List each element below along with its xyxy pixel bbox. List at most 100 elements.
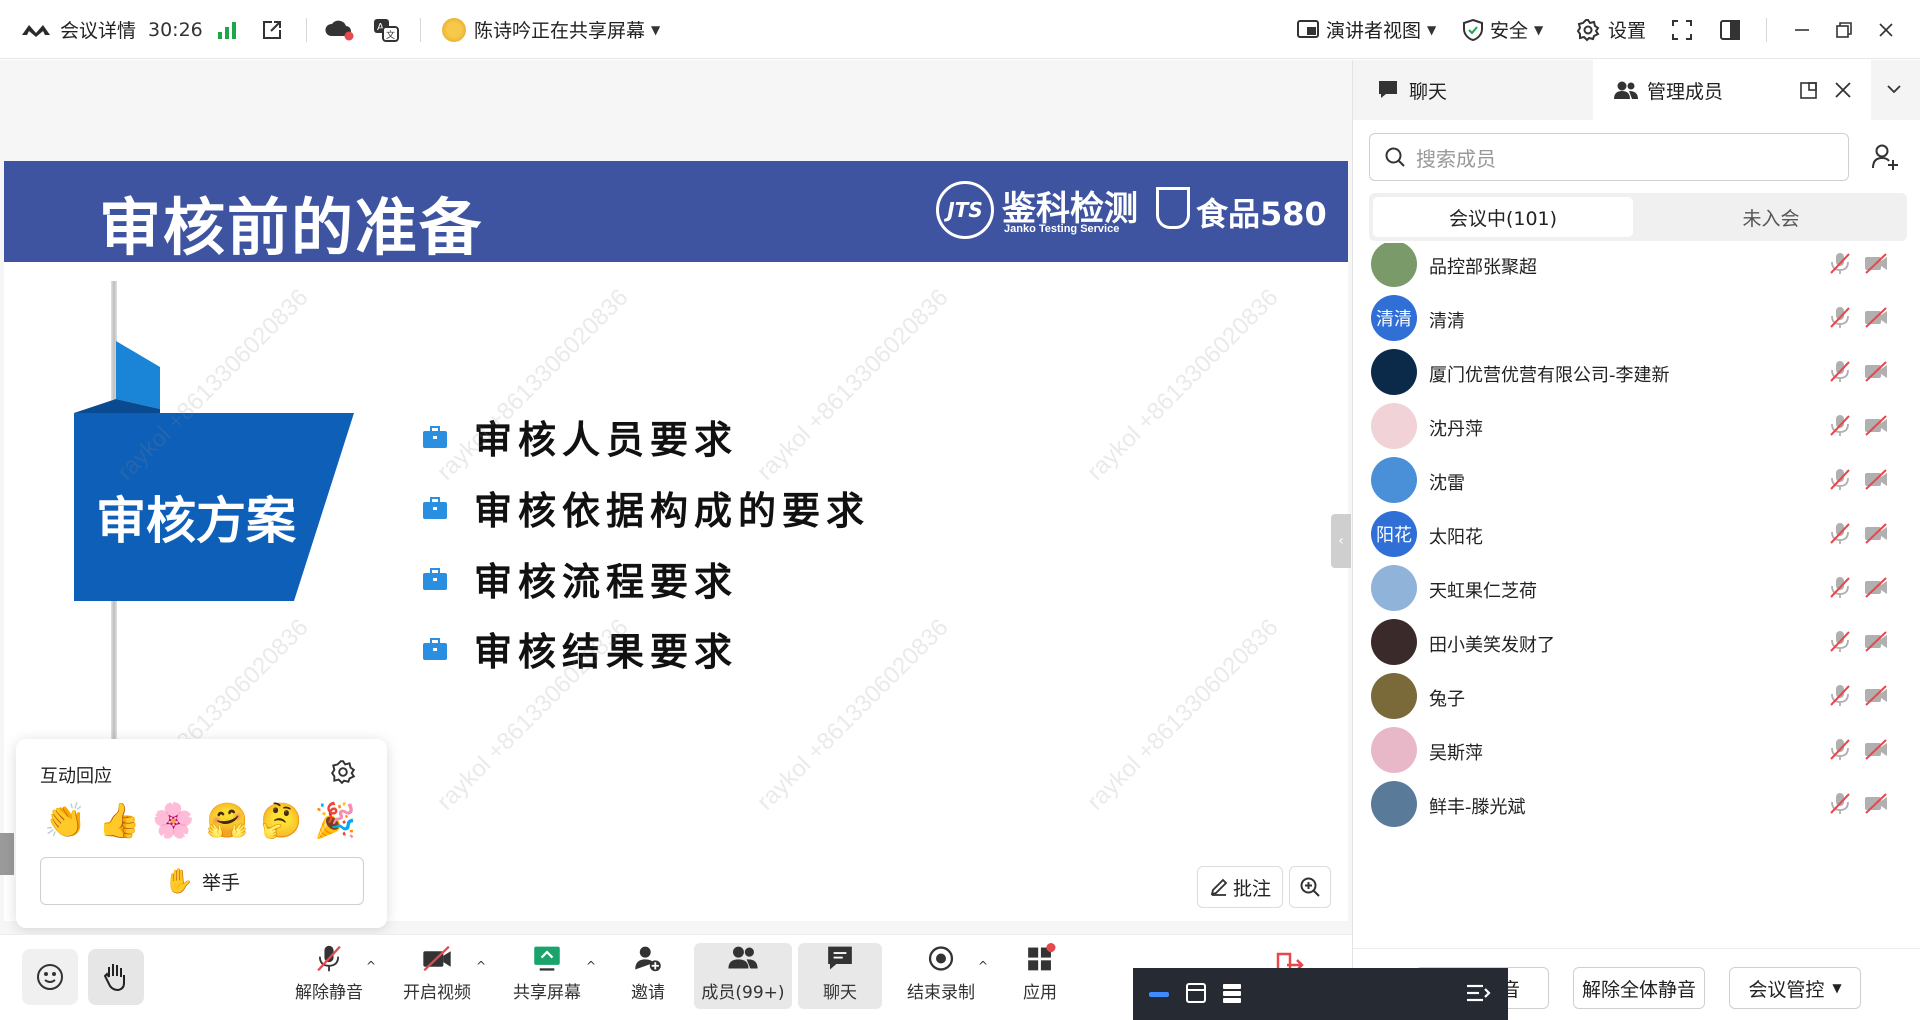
mic-off-icon[interactable] [1827,791,1853,815]
mic-off-icon[interactable] [1827,683,1853,707]
mic-off-icon [317,945,341,972]
menu-collapse-icon[interactable] [1465,982,1491,1004]
signal-icon[interactable] [216,0,238,59]
thinking-emoji[interactable]: 🤔 [260,801,302,841]
zoom-in-button[interactable] [1289,866,1331,908]
avatar [1371,457,1417,503]
bullet-text: 审核流程要求 [474,559,739,604]
presenter-view-dropdown[interactable]: 演讲者视图 ▼ [1296,0,1436,59]
close-icon[interactable] [1876,0,1896,59]
annotate-button[interactable]: 批注 [1197,866,1283,908]
svg-text:文: 文 [386,29,395,41]
mic-off-icon[interactable] [1827,575,1853,599]
chevron-down-icon: ▼ [1427,22,1437,37]
hug-emoji[interactable]: 🤗 [206,801,248,841]
seg-not-joined[interactable]: 未入会 [1641,197,1901,237]
mic-off-icon[interactable] [1827,629,1853,653]
apps-button[interactable]: 应用 [1012,943,1068,1009]
member-name: 沈丹萍 [1429,419,1483,440]
clap-emoji[interactable]: 👏 [44,801,86,841]
meeting-control-button[interactable]: 会议管控 ▼ [1729,967,1861,1009]
camera-off-icon[interactable] [1863,791,1889,815]
camera-off-icon[interactable] [1863,629,1889,653]
mic-off-icon[interactable] [1827,467,1853,491]
mic-off-icon[interactable] [1827,521,1853,545]
mic-off-icon[interactable] [1827,305,1853,329]
camera-off-icon[interactable] [1863,359,1889,383]
minimize-icon[interactable] [1792,0,1812,59]
external-link-icon[interactable] [260,0,284,59]
invite-member-button[interactable] [1861,133,1909,181]
camera-off-icon[interactable] [1863,521,1889,545]
tab-members[interactable]: 管理成员 [1613,60,1723,120]
top-bar: 会议详情 30:26 A 文 陈诗吟正在共享屏幕 ▼ 演讲者视图 ▼ 安全 ▼ … [0,0,1920,59]
reactions-settings-button[interactable] [330,759,356,785]
restore-icon[interactable] [1834,0,1854,59]
cloud-record-icon[interactable] [324,0,354,59]
raise-hand-toggle-button[interactable] [88,949,144,1005]
share-screen-button[interactable]: 共享屏幕 [510,943,584,1009]
member-name: 沈雷 [1429,473,1465,494]
camera-off-icon[interactable] [1863,413,1889,437]
members-icon [728,946,758,969]
camera-off-icon[interactable] [1863,251,1889,275]
chevron-up-icon[interactable]: ^ [586,959,596,973]
raise-hand-button[interactable]: ✋ 举手 [40,857,364,905]
camera-off-icon[interactable] [1863,683,1889,707]
search-icon [1385,147,1405,167]
emoji-reaction-button[interactable] [22,949,78,1005]
settings-button[interactable]: 设置 [1576,0,1646,59]
member-row[interactable]: 鲜丰-滕光斌 [1353,771,1920,837]
seg-in-meeting[interactable]: 会议中(101) [1373,197,1633,237]
section-flag-graphic [74,341,354,601]
mic-off-icon[interactable] [1827,359,1853,383]
security-dropdown[interactable]: 安全 ▼ [1462,0,1543,59]
chevron-up-icon[interactable]: ^ [476,959,486,973]
invite-button[interactable]: 邀请 [620,943,676,1009]
translate-icon[interactable]: A 文 [372,0,400,59]
collapse-panel-handle[interactable]: ‹ [1331,514,1351,568]
end-recording-button[interactable]: 结束录制 [904,943,978,1009]
window-icon[interactable] [1185,982,1207,1004]
camera-off-icon [423,945,451,972]
unmute-button[interactable]: 解除静音 [292,943,366,1009]
bullet-item: 审核人员要求 [422,409,738,464]
members-panel: 聊天 管理成员 搜索成员 会议中(101) 未入会 品控部张聚超 清清 清清 厦… [1352,60,1920,1020]
avatar [1371,243,1417,287]
members-button[interactable]: 成员(99+) [694,943,792,1009]
chat-button[interactable]: 聊天 [798,943,882,1009]
popout-icon[interactable] [1799,80,1819,100]
chevron-down-icon[interactable] [1885,82,1903,96]
chevron-up-icon[interactable]: ^ [366,959,376,973]
share-screen-icon [534,946,560,971]
chevron-up-icon[interactable]: ^ [978,959,988,973]
avatar: 阳花 [1371,511,1417,557]
flower-emoji[interactable]: 🌸 [152,801,194,841]
meeting-control-label: 会议管控 [1748,978,1825,1001]
tab-chat[interactable]: 聊天 [1377,60,1447,120]
camera-off-icon[interactable] [1863,305,1889,329]
avatar [1371,403,1417,449]
end-recording-label: 结束录制 [907,983,975,1003]
mic-off-icon[interactable] [1827,737,1853,761]
left-edge-handle[interactable] [0,833,14,875]
chat-icon [1379,81,1397,98]
meeting-details-button[interactable]: 会议详情 [20,0,136,59]
mic-off-icon[interactable] [1827,251,1853,275]
celebrate-emoji[interactable]: 🎉 [314,801,356,841]
close-panel-icon[interactable] [1833,80,1853,100]
camera-off-icon[interactable] [1863,737,1889,761]
layout-list-icon[interactable] [1221,982,1243,1004]
sharing-status-dropdown[interactable]: 陈诗吟正在共享屏幕 ▼ [442,0,660,59]
fullscreen-icon[interactable] [1670,0,1694,59]
member-search-input[interactable]: 搜索成员 [1369,133,1849,181]
camera-off-icon[interactable] [1863,467,1889,491]
sidebar-toggle-icon[interactable] [1718,0,1742,59]
camera-off-icon[interactable] [1863,575,1889,599]
share-screen-label: 共享屏幕 [513,983,581,1003]
thumbs-up-emoji[interactable]: 👍 [98,801,140,841]
mic-off-icon[interactable] [1827,413,1853,437]
unmute-all-button[interactable]: 解除全体静音 [1573,967,1705,1009]
minimize-bar-icon[interactable] [1149,992,1169,997]
start-video-button[interactable]: 开启视频 [400,943,474,1009]
